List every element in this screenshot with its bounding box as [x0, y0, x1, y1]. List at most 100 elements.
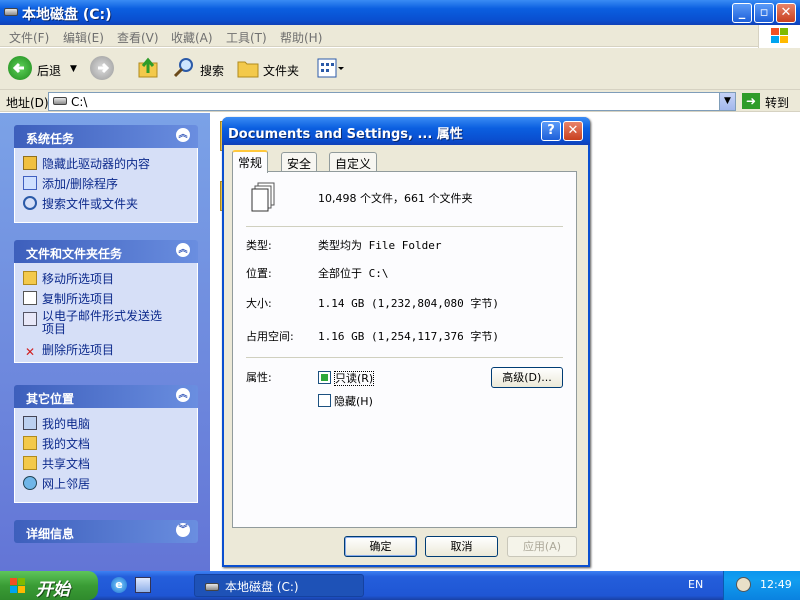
delete-icon: ✕ — [24, 345, 36, 359]
general-tab-page — [232, 171, 577, 528]
go-button[interactable]: 转到 — [765, 94, 789, 111]
email-icon — [23, 312, 37, 326]
back-dropdown-icon[interactable]: ▼ — [70, 64, 77, 74]
clock[interactable]: 12:49 — [760, 578, 792, 591]
drive-icon — [205, 583, 219, 591]
hidden-label: 隐藏(H) — [334, 395, 373, 408]
other-places-header[interactable]: 其它位置 ︽ — [14, 385, 198, 408]
move-icon — [23, 271, 37, 285]
folders-icon[interactable] — [236, 57, 260, 79]
tray-app-icon[interactable] — [736, 577, 751, 592]
address-value: C:\ — [71, 95, 88, 109]
cancel-button[interactable]: 取消 — [425, 536, 498, 557]
size-value: 1.14 GB (1,232,804,080 字节) — [318, 297, 499, 310]
separator — [246, 226, 563, 227]
address-input[interactable]: C:\ ▼ — [48, 92, 736, 111]
checkbox-mixed-icon[interactable] — [318, 371, 331, 384]
windows-flag-icon — [10, 578, 26, 593]
taskbar-window-button[interactable]: 本地磁盘 (C:) — [194, 574, 364, 597]
forward-arrow-icon[interactable] — [90, 56, 114, 80]
address-label: 地址(D) — [6, 96, 49, 110]
window-titlebar[interactable] — [0, 0, 800, 25]
documents-folder-icon — [23, 436, 37, 450]
place-my-computer[interactable]: 我的电脑 — [23, 415, 90, 432]
ok-button[interactable]: 确定 — [344, 536, 417, 557]
task-hide-drive[interactable]: 隐藏此驱动器的内容 — [23, 155, 150, 172]
expand-icon[interactable]: ︾ — [176, 523, 190, 537]
apply-button: 应用(A) — [507, 536, 577, 557]
network-icon — [23, 476, 37, 490]
menu-favorites[interactable]: 收藏(A) — [171, 29, 213, 46]
collapse-icon[interactable]: ︽ — [176, 128, 190, 142]
system-tasks-title: 系统任务 — [26, 132, 75, 146]
advanced-button[interactable]: 高级(D)... — [491, 367, 563, 388]
up-folder-icon[interactable] — [137, 57, 161, 79]
file-tasks-header[interactable]: 文件和文件夹任务 ︽ — [14, 240, 198, 263]
menu-file[interactable]: 文件(F) — [9, 29, 49, 46]
back-button[interactable]: 后退 — [37, 62, 61, 79]
start-button[interactable]: 开始 — [0, 571, 98, 600]
search-button[interactable]: 搜索 — [200, 62, 224, 79]
task-email[interactable]: 以电子邮件形式发送选 项目 — [23, 310, 191, 336]
drive-icon — [4, 8, 18, 16]
system-tray: 12:49 — [723, 571, 800, 600]
type-label: 类型: — [246, 239, 272, 252]
views-icon[interactable] — [317, 57, 345, 79]
back-arrow-icon[interactable] — [8, 56, 32, 80]
menu-tools[interactable]: 工具(T) — [226, 29, 267, 46]
task-add-remove[interactable]: 添加/删除程序 — [23, 175, 118, 192]
system-tasks-header[interactable]: 系统任务 ︽ — [14, 125, 198, 148]
menu-bar: 文件(F) 编辑(E) 查看(V) 收藏(A) 工具(T) 帮助(H) — [0, 25, 800, 47]
multiple-files-icon — [250, 182, 278, 214]
menu-view[interactable]: 查看(V) — [117, 29, 159, 46]
size-label: 大小: — [246, 297, 272, 310]
system-tasks-panel: 隐藏此驱动器的内容 添加/删除程序 搜索文件或文件夹 — [14, 148, 198, 223]
task-delete[interactable]: ✕ 删除所选项目 — [23, 341, 114, 359]
add-remove-icon — [23, 176, 37, 190]
collapse-icon[interactable]: ︽ — [176, 243, 190, 257]
taskbar-window-label: 本地磁盘 (C:) — [225, 580, 299, 594]
close-button[interactable]: ✕ — [776, 3, 796, 23]
folders-button[interactable]: 文件夹 — [263, 62, 299, 79]
task-move[interactable]: 移动所选项目 — [23, 270, 114, 287]
readonly-checkbox[interactable]: 只读(R) — [318, 370, 375, 386]
help-button[interactable]: ? — [541, 121, 561, 141]
tab-security[interactable]: 安全 — [281, 152, 318, 172]
collapse-icon[interactable]: ︽ — [176, 388, 190, 402]
address-dropdown-icon[interactable]: ▼ — [719, 93, 735, 110]
tab-customize[interactable]: 自定义 — [329, 152, 378, 172]
toolbar: 后退 ▼ 搜索 文件夹 — [0, 48, 800, 90]
checkbox-empty-icon[interactable] — [318, 394, 331, 407]
language-indicator[interactable]: EN — [688, 578, 703, 591]
maximize-button[interactable]: ▫ — [754, 3, 774, 23]
place-network[interactable]: 网上邻居 — [23, 475, 90, 492]
search-icon[interactable] — [172, 56, 196, 80]
internet-explorer-icon[interactable]: e — [111, 577, 127, 593]
computer-icon — [23, 416, 37, 430]
task-search[interactable]: 搜索文件或文件夹 — [23, 195, 138, 212]
window-title: 本地磁盘 (C:) — [22, 7, 112, 23]
place-shared-documents[interactable]: 共享文档 — [23, 455, 90, 472]
dialog-title: Documents and Settings, ... 属性 — [228, 127, 463, 142]
file-tasks-title: 文件和文件夹任务 — [26, 247, 123, 261]
go-arrow-icon[interactable]: ➜ — [742, 93, 760, 109]
start-label: 开始 — [36, 580, 70, 600]
hidden-checkbox[interactable]: 隐藏(H) — [318, 393, 373, 409]
show-desktop-icon[interactable] — [135, 577, 151, 593]
shared-folder-icon — [23, 456, 37, 470]
file-tasks-panel: 移动所选项目 复制所选项目 以电子邮件形式发送选 项目 ✕ 删除所选项目 — [14, 263, 198, 363]
dialog-close-button[interactable]: ✕ — [563, 121, 583, 141]
disk-size-label: 占用空间: — [246, 330, 294, 343]
details-title: 详细信息 — [26, 527, 75, 541]
task-copy[interactable]: 复制所选项目 — [23, 290, 114, 307]
details-header[interactable]: 详细信息 ︾ — [14, 520, 198, 543]
place-my-documents[interactable]: 我的文档 — [23, 435, 90, 452]
location-value: 全部位于 C:\ — [318, 267, 389, 280]
search-icon — [23, 196, 37, 210]
other-places-panel: 我的电脑 我的文档 共享文档 网上邻居 — [14, 408, 198, 503]
minimize-button[interactable]: _ — [732, 3, 752, 23]
attributes-label: 属性: — [246, 371, 272, 384]
menu-help[interactable]: 帮助(H) — [280, 29, 322, 46]
menu-edit[interactable]: 编辑(E) — [63, 29, 104, 46]
tab-general[interactable]: 常规 — [232, 150, 269, 173]
